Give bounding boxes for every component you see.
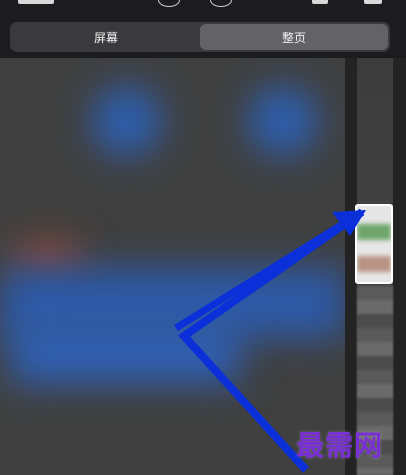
blurred-button (10, 322, 240, 384)
watermark: 最需网 (296, 429, 384, 462)
top-toolbar: 屏幕 整页 (0, 0, 406, 58)
thumbnail-block (357, 256, 391, 272)
toolbar-icon[interactable] (312, 0, 328, 4)
full-page-preview[interactable] (0, 58, 345, 475)
toolbar-icon[interactable] (364, 0, 382, 4)
status-circle-icon (210, 0, 232, 7)
blurred-icon (248, 86, 318, 156)
blurred-icon (92, 86, 162, 156)
screenshot-mode-segmented-control: 屏幕 整页 (10, 22, 390, 52)
status-bar-fragment (0, 0, 406, 10)
tab-screen[interactable]: 屏幕 (12, 24, 200, 50)
page-scroll-strip[interactable] (345, 58, 406, 475)
thumbnail-block (357, 224, 391, 240)
time-fragment (18, 0, 54, 4)
page-thumbnail-viewport[interactable] (355, 204, 393, 284)
status-circle-icon (158, 0, 180, 7)
tab-full-page[interactable]: 整页 (200, 24, 388, 50)
